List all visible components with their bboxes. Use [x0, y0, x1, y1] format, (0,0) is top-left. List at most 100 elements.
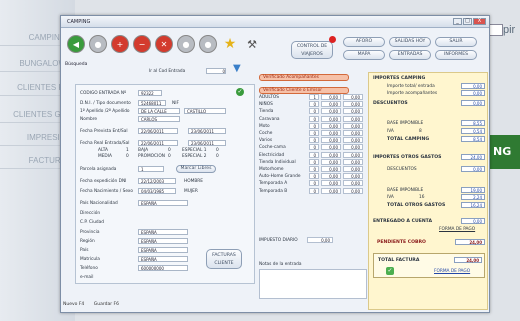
concept-price[interactable]: 0,00: [321, 151, 341, 158]
minimize-button[interactable]: _: [453, 18, 462, 25]
concept-qty[interactable]: 0: [309, 108, 319, 115]
concept-total: 0,00: [343, 187, 363, 194]
apellido2-field[interactable]: CASTILLO: [184, 108, 226, 114]
concept-total: 0,00: [343, 122, 363, 129]
entradas-button[interactable]: ENTRADAS: [389, 50, 431, 60]
cancel-icon[interactable]: ✕: [155, 35, 173, 53]
concept-qty[interactable]: 0: [309, 180, 319, 187]
control-viajeros-button[interactable]: CONTROL DE VIAJEROS: [291, 41, 333, 59]
concept-price[interactable]: 0,00: [321, 108, 341, 115]
notas-textarea[interactable]: [259, 269, 367, 299]
fecha-real-sal-field[interactable]: 23/06/2011: [188, 140, 226, 146]
concept-price[interactable]: 0,00: [321, 173, 341, 180]
concept-row: Tienda Individual 0 0,00 0,00: [257, 158, 369, 166]
iva2-pct[interactable]: 16: [419, 195, 424, 200]
concept-price[interactable]: 0,00: [321, 101, 341, 108]
lock-icon[interactable]: ●: [177, 35, 195, 53]
matricula-field[interactable]: ESPAÑA: [138, 256, 188, 262]
informes-button[interactable]: INFORMES: [435, 50, 477, 60]
exp-field[interactable]: 22/12/2003: [138, 178, 176, 184]
concept-qty[interactable]: 0: [309, 187, 319, 194]
telefono-field[interactable]: 600000000: [138, 265, 188, 271]
otros-title: IMPORTES OTROS GASTOS: [373, 155, 442, 160]
concept-price[interactable]: 0,00: [321, 158, 341, 165]
media-value: 0: [126, 154, 129, 159]
tools-icon[interactable]: ⚒: [243, 35, 261, 53]
concept-qty[interactable]: 0: [309, 158, 319, 165]
nombre-field[interactable]: CARLOS: [138, 116, 180, 122]
facturas-cliente-button[interactable]: FACTURAS CLIENTE: [206, 249, 242, 269]
iva-pct[interactable]: 8: [419, 129, 422, 134]
concept-qty[interactable]: 0: [309, 130, 319, 136]
concept-price[interactable]: 0,00: [321, 94, 341, 100]
concept-qty[interactable]: 1: [309, 94, 319, 100]
nav-icon[interactable]: ●: [89, 35, 107, 53]
pais2-field[interactable]: ESPAÑA: [138, 247, 188, 253]
filter-icon[interactable]: ▼: [233, 63, 241, 74]
fecha-prev-sal-field[interactable]: 23/06/2011: [188, 128, 226, 134]
concept-price[interactable]: 0,00: [321, 122, 341, 129]
impuesto-value[interactable]: 0,00: [307, 237, 333, 243]
guardar-shortcut[interactable]: Guardar F6: [94, 302, 119, 307]
concept-price[interactable]: 0,00: [321, 187, 341, 194]
concept-qty[interactable]: 0: [309, 151, 319, 158]
refresh-icon[interactable]: ●: [199, 35, 217, 53]
close-button[interactable]: X: [473, 18, 486, 25]
impuesto-label: IMPUESTO DIARIO: [259, 238, 298, 243]
mujer-radio[interactable]: MUJER: [184, 189, 198, 194]
add-icon[interactable]: +: [111, 35, 129, 53]
delete-icon[interactable]: −: [133, 35, 151, 53]
star-icon[interactable]: ★: [221, 35, 239, 53]
forma-pago-link[interactable]: FORMA DE PAGO: [439, 227, 475, 232]
marcar-libres-button[interactable]: Marcar Libres: [176, 165, 216, 173]
salidas-hoy-button[interactable]: SALIDAS HOY: [389, 37, 431, 47]
concept-price[interactable]: 0,00: [321, 115, 341, 122]
maximize-button[interactable]: □: [463, 18, 472, 25]
entregado-value[interactable]: 0,00: [461, 218, 485, 224]
desc2-value[interactable]: 0,00: [461, 166, 485, 172]
cp-label: C.P. Ciudad: [80, 220, 105, 225]
entry-code-input[interactable]: 0: [206, 68, 226, 74]
dni-field[interactable]: 52468011: [138, 100, 166, 106]
base-value: 8,55: [461, 120, 485, 126]
concept-price[interactable]: 0,00: [321, 130, 341, 136]
fecha-real-ent-field[interactable]: 22/06/2011: [138, 140, 178, 146]
concept-label: Tienda: [259, 109, 274, 115]
back-icon[interactable]: ◀: [67, 35, 85, 53]
salir-button[interactable]: SALIR: [435, 37, 477, 47]
parcela-field[interactable]: 1: [138, 166, 164, 172]
concept-qty[interactable]: 0: [309, 122, 319, 129]
concept-price[interactable]: 0,00: [321, 137, 341, 144]
apellido1-field[interactable]: DE LA CALLE: [138, 108, 180, 114]
nac-field[interactable]: 04/03/1985: [138, 188, 176, 194]
concept-qty[interactable]: 0: [309, 137, 319, 144]
codigo-field[interactable]: 92322: [138, 90, 162, 96]
hombre-radio[interactable]: HOMBRE: [184, 179, 203, 184]
concept-price[interactable]: 0,00: [321, 180, 341, 187]
descuentos-value[interactable]: 0,00: [461, 100, 485, 106]
pendiente-value: 24,00: [455, 239, 485, 245]
nuevo-shortcut[interactable]: Nuevo F4: [63, 302, 84, 307]
bg-right-label: pir: [503, 24, 516, 36]
apellidos-label: 1º Apellido /2º Apellido: [80, 109, 130, 114]
provincia-field[interactable]: ESPAÑA: [138, 229, 188, 235]
status-bar: Nuevo F4 Guardar F6: [63, 302, 119, 307]
aforo-button[interactable]: AFORO: [343, 37, 385, 47]
fecha-prev-ent-field[interactable]: 22/06/2011: [138, 128, 178, 134]
concept-qty[interactable]: 0: [309, 101, 319, 108]
notification-dot: [329, 36, 336, 43]
concept-qty[interactable]: 0: [309, 115, 319, 122]
tipo-field[interactable]: NIF: [172, 101, 179, 106]
concept-qty[interactable]: 0: [309, 144, 319, 151]
region-field[interactable]: ESPAÑA: [138, 238, 188, 244]
forma-pago2-link[interactable]: FORMA DE PAGO: [434, 269, 470, 274]
mapa-button[interactable]: MAPA: [343, 50, 385, 60]
concept-qty[interactable]: 0: [309, 166, 319, 172]
concept-qty[interactable]: 0: [309, 173, 319, 180]
pais-field[interactable]: ESPAÑA: [138, 200, 188, 206]
concept-price[interactable]: 0,00: [321, 166, 341, 172]
total-factura-label: TOTAL FACTURA: [378, 258, 420, 263]
concept-price[interactable]: 0,00: [321, 144, 341, 151]
otros-value: 24,00: [461, 154, 485, 160]
concept-label: Auto-Home Grande: [259, 174, 301, 180]
